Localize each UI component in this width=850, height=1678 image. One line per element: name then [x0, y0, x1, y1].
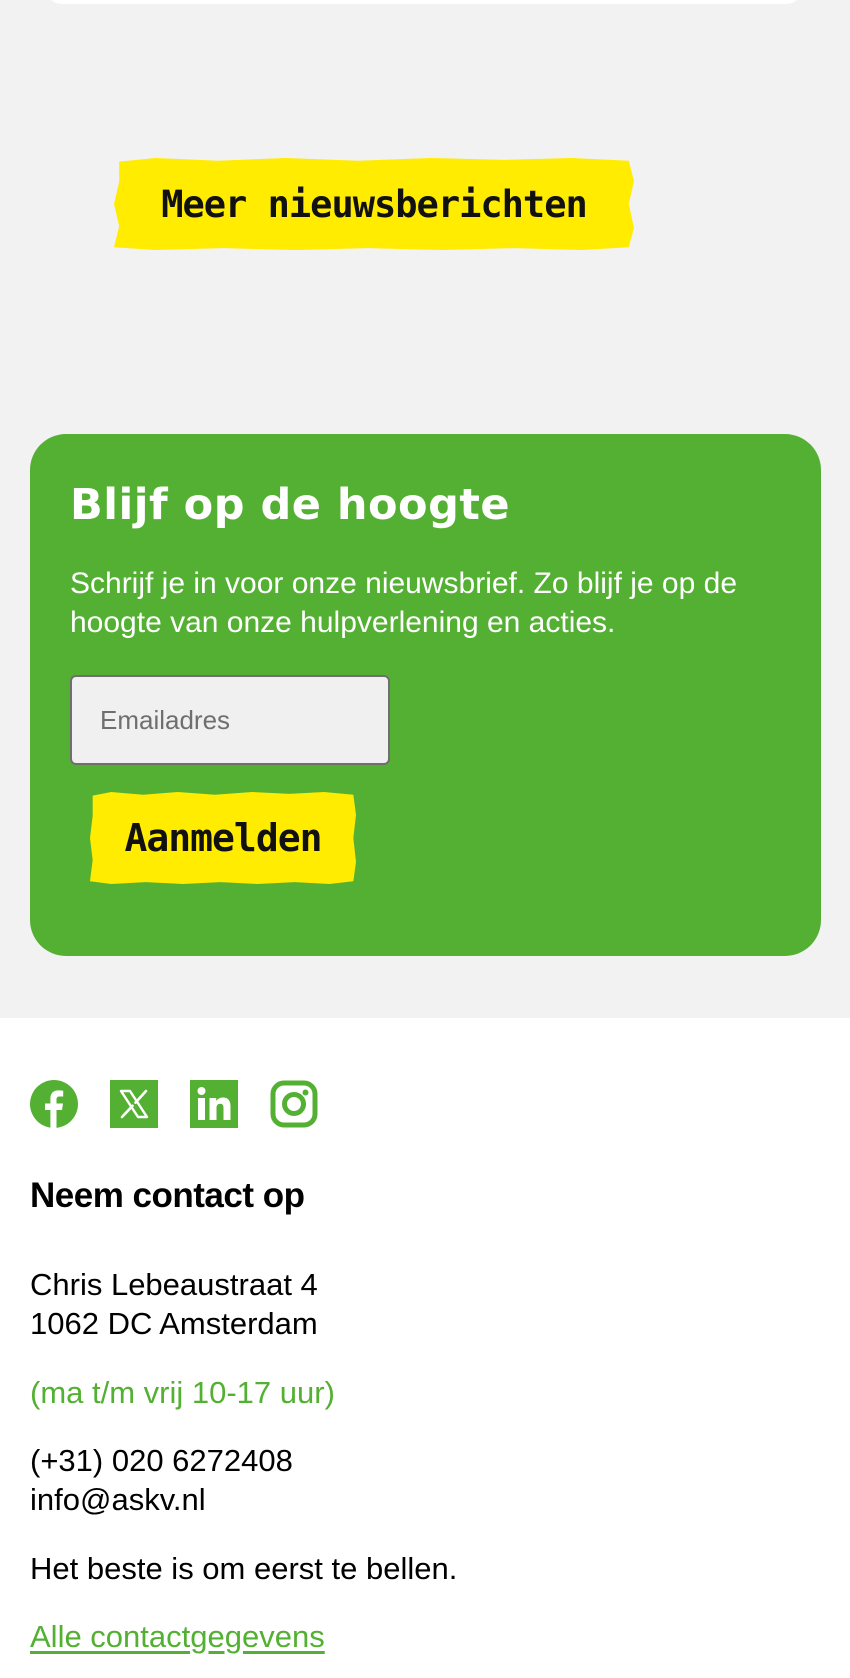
all-contact-details-link[interactable]: Alle contactgegevens [30, 1617, 325, 1656]
newsletter-title: Blijf op de hoogte [70, 480, 511, 530]
contact-note: Het beste is om eerst te bellen. [30, 1551, 458, 1586]
email-address: info@askv.nl [30, 1482, 206, 1517]
newsletter-text: Schrijf je in voor onze nieuwsbrief. Zo … [70, 567, 738, 639]
contact-title: Neem contact op [30, 1176, 305, 1215]
news-section: Meer nieuwsberichten Blijf op de hoogte … [0, 0, 850, 1018]
signup-button[interactable]: Aanmelden [90, 792, 356, 884]
opening-hours: (ma t/m vrij 10-17 uur) [30, 1375, 335, 1410]
linkedin-icon[interactable] [190, 1080, 238, 1128]
more-news-button[interactable]: Meer nieuwsberichten [114, 158, 634, 250]
phone-number: (+31) 020 6272408 [30, 1443, 293, 1478]
x-icon[interactable] [110, 1080, 158, 1128]
newsletter-block: Blijf op de hoogte Schrijf je in voor on… [30, 434, 821, 956]
address-line-2: 1062 DC Amsterdam [30, 1306, 318, 1341]
facebook-icon[interactable] [30, 1080, 78, 1128]
news-card-bottom [44, 0, 804, 4]
instagram-icon[interactable] [270, 1080, 318, 1128]
email-input[interactable] [70, 675, 390, 765]
social-links [30, 1080, 318, 1128]
address-line-1: Chris Lebeaustraat 4 [30, 1267, 318, 1302]
